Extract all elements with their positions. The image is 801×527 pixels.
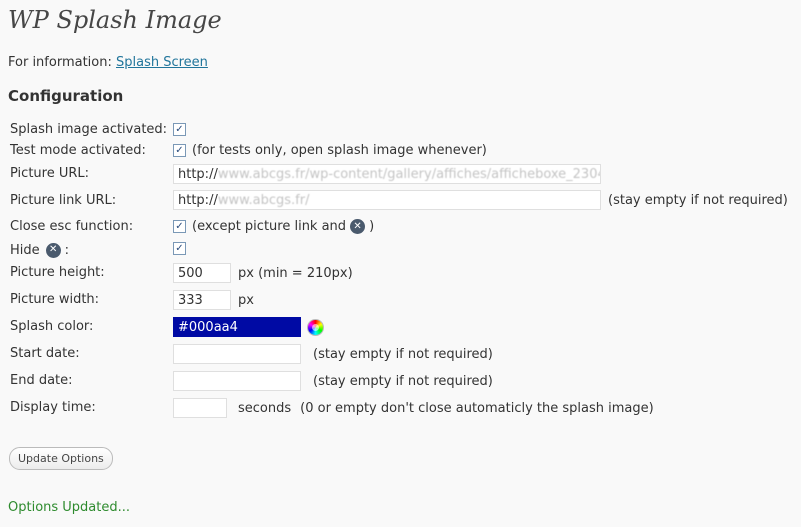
- picture-width-control: 333 px: [173, 290, 254, 310]
- close-esc-note-before: (except picture link and: [192, 219, 347, 234]
- test-mode-note: (for tests only, open splash image whene…: [192, 143, 487, 158]
- splash-activated-label: Splash image activated:: [10, 122, 168, 137]
- info-line: For information: Splash Screen: [8, 55, 208, 70]
- hide-label: Hide: [10, 242, 40, 258]
- picture-width-label: Picture width:: [10, 292, 100, 307]
- hide-label-colon: :: [64, 242, 70, 258]
- splash-color-control: #000aa4: [173, 317, 324, 337]
- display-time-unit: seconds: [238, 400, 292, 416]
- display-time-control: seconds (0 or empty don't close automati…: [173, 398, 654, 418]
- picture-height-note: px (min = 210px): [238, 265, 353, 281]
- close-circle-icon: ✕: [45, 242, 61, 258]
- picture-url-control: http://www.abcgs.fr/wp-content/gallery/a…: [173, 164, 601, 184]
- status-message: Options Updated...: [8, 500, 131, 515]
- hide-control: ✓: [173, 242, 192, 255]
- color-wheel-icon[interactable]: [307, 318, 324, 336]
- picture-url-rest: www.abcgs.fr/wp-content/gallery/affiches…: [217, 166, 601, 182]
- picture-height-label: Picture height:: [10, 265, 105, 280]
- test-mode-checkbox[interactable]: ✓: [173, 144, 186, 157]
- picture-height-control: 500 px (min = 210px): [173, 263, 353, 283]
- close-esc-note-after: ): [369, 219, 375, 234]
- picture-url-prefix: http://: [178, 166, 218, 182]
- picture-height-input[interactable]: 500: [173, 263, 231, 283]
- test-mode-control: ✓ (for tests only, open splash image whe…: [173, 143, 487, 158]
- page-title: WP Splash Image: [8, 6, 222, 34]
- start-date-note: (stay empty if not required): [313, 346, 493, 362]
- start-date-input[interactable]: [173, 344, 301, 364]
- end-date-note: (stay empty if not required): [313, 373, 493, 389]
- picture-url-input[interactable]: http://www.abcgs.fr/wp-content/gallery/a…: [173, 164, 601, 184]
- info-prefix: For information:: [8, 55, 112, 70]
- start-date-control: (stay empty if not required): [173, 344, 493, 364]
- picture-link-url-label: Picture link URL:: [10, 193, 117, 208]
- splash-color-label: Splash color:: [10, 319, 94, 334]
- update-options-button[interactable]: Update Options: [9, 447, 113, 470]
- hide-label-row: Hide ✕ :: [10, 239, 69, 261]
- start-date-label: Start date:: [10, 346, 80, 361]
- picture-link-url-rest: www.abcgs.fr/: [217, 192, 310, 208]
- picture-url-label: Picture URL:: [10, 166, 90, 181]
- display-time-note: (0 or empty don't close automaticly the …: [300, 400, 654, 416]
- close-esc-checkbox[interactable]: ✓: [173, 220, 186, 233]
- close-esc-label: Close esc function:: [10, 219, 134, 234]
- splash-screen-link[interactable]: Splash Screen: [116, 55, 208, 70]
- test-mode-label: Test mode activated:: [10, 143, 146, 158]
- display-time-input[interactable]: [173, 398, 227, 418]
- hide-checkbox[interactable]: ✓: [173, 242, 186, 255]
- picture-width-input[interactable]: 333: [173, 290, 231, 310]
- display-time-label: Display time:: [10, 400, 96, 415]
- splash-color-input[interactable]: #000aa4: [173, 317, 301, 337]
- end-date-label: End date:: [10, 373, 73, 388]
- picture-link-url-input[interactable]: http://www.abcgs.fr/: [173, 190, 601, 210]
- end-date-input[interactable]: [173, 371, 301, 391]
- picture-link-url-control: http://www.abcgs.fr/ (stay empty if not …: [173, 190, 788, 210]
- splash-activated-checkbox[interactable]: ✓: [173, 123, 186, 136]
- splash-activated-control: ✓: [173, 123, 192, 136]
- picture-link-url-note: (stay empty if not required): [608, 192, 788, 208]
- picture-link-url-prefix: http://: [178, 192, 218, 208]
- picture-width-note: px: [238, 292, 254, 308]
- close-esc-control: ✓ (except picture link and ✕ ): [173, 219, 374, 234]
- end-date-control: (stay empty if not required): [173, 371, 493, 391]
- close-circle-icon: ✕: [350, 219, 366, 234]
- section-title: Configuration: [8, 87, 124, 105]
